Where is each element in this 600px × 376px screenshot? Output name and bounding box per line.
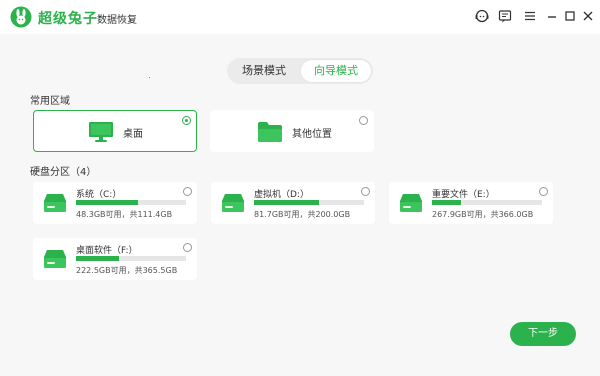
drive-name: 桌面软件（F:） bbox=[76, 246, 138, 256]
drive-usage-bar bbox=[76, 256, 186, 261]
radio-other[interactable] bbox=[359, 116, 368, 125]
drive-card[interactable]: 系统（C:） 48.3GB可用，共111.4GB bbox=[33, 182, 197, 224]
dot-mark bbox=[149, 77, 150, 78]
location-label-other: 其他位置 bbox=[292, 129, 332, 140]
drive-radio[interactable] bbox=[183, 243, 192, 252]
hard-disk-icon bbox=[44, 194, 66, 212]
maximize-icon[interactable] bbox=[562, 8, 578, 24]
next-button[interactable]: 下一步 bbox=[510, 322, 576, 346]
drive-name: 重要文件（E:） bbox=[432, 190, 495, 200]
drive-usage-bar bbox=[254, 200, 364, 205]
drive-name: 系统（C:） bbox=[76, 190, 122, 200]
tab-scene-mode[interactable]: 场景模式 bbox=[229, 60, 299, 82]
drive-usage-bar bbox=[432, 200, 542, 205]
minimize-icon[interactable] bbox=[544, 8, 560, 24]
drive-usage-fill bbox=[432, 200, 462, 205]
hard-disk-icon bbox=[222, 194, 244, 212]
product-name: 数据恢复 bbox=[97, 15, 137, 26]
location-label-desktop: 桌面 bbox=[123, 129, 143, 140]
drive-usage-fill bbox=[254, 200, 319, 205]
drive-usage-fill bbox=[76, 256, 119, 261]
radio-desktop[interactable] bbox=[182, 116, 191, 125]
drive-capacity-info: 48.3GB可用，共111.4GB bbox=[76, 210, 173, 219]
drive-usage-bar bbox=[76, 200, 186, 205]
drive-capacity-info: 222.5GB可用，共365.5GB bbox=[76, 266, 178, 275]
support-icon[interactable] bbox=[474, 8, 490, 24]
location-card-desktop[interactable]: 桌面 bbox=[33, 110, 197, 152]
title-bar: 超级兔子 数据恢复 bbox=[0, 0, 600, 34]
common-areas-title: 常用区域 bbox=[30, 96, 70, 107]
close-icon[interactable] bbox=[580, 8, 596, 24]
drive-capacity-info: 267.9GB可用，共366.0GB bbox=[432, 210, 534, 219]
location-card-other[interactable]: 其他位置 bbox=[210, 110, 374, 152]
feedback-icon[interactable] bbox=[497, 8, 513, 24]
menu-icon[interactable] bbox=[522, 8, 538, 24]
drive-radio[interactable] bbox=[183, 187, 192, 196]
partitions-title: 硬盘分区（4） bbox=[30, 167, 97, 178]
drive-capacity-info: 81.7GB可用，共200.0GB bbox=[254, 210, 351, 219]
rabbit-logo-icon bbox=[10, 6, 32, 28]
hard-disk-icon bbox=[400, 194, 422, 212]
drive-radio[interactable] bbox=[539, 187, 548, 196]
drive-card[interactable]: 虚拟机（D:） 81.7GB可用，共200.0GB bbox=[211, 182, 375, 224]
brand-name: 超级兔子 bbox=[38, 11, 98, 27]
drive-radio[interactable] bbox=[361, 187, 370, 196]
folder-icon bbox=[258, 122, 282, 142]
tab-wizard-mode[interactable]: 向导模式 bbox=[301, 60, 371, 82]
desktop-monitor-icon bbox=[89, 122, 113, 142]
drive-name: 虚拟机（D:） bbox=[254, 190, 309, 200]
mode-tab-switch: 场景模式 向导模式 bbox=[227, 58, 373, 84]
drive-usage-fill bbox=[76, 200, 139, 205]
drive-card[interactable]: 桌面软件（F:） 222.5GB可用，共365.5GB bbox=[33, 238, 197, 280]
drive-card[interactable]: 重要文件（E:） 267.9GB可用，共366.0GB bbox=[389, 182, 553, 224]
hard-disk-icon bbox=[44, 250, 66, 268]
